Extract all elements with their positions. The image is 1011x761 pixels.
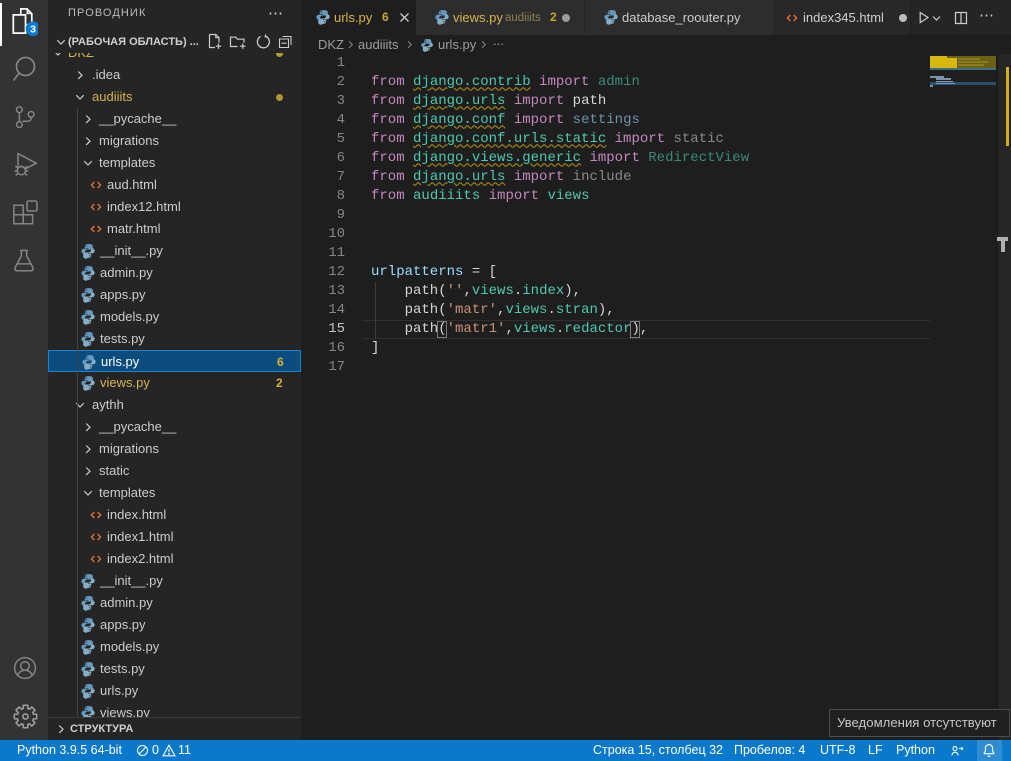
svg-text:3: 3 (30, 23, 36, 35)
